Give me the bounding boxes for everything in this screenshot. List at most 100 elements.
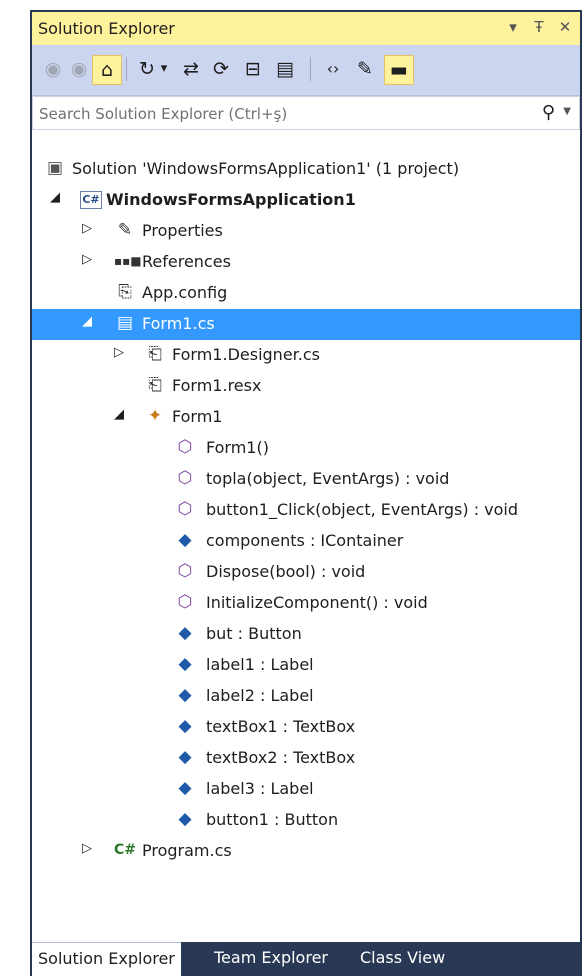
panel-title-bar: Solution Explorer ▾ Ŧ ✕ [32, 12, 580, 45]
tree-item-label: textBox2 : TextBox [206, 748, 356, 767]
tree-item-label: Form1.cs [142, 314, 215, 333]
tree-item-member[interactable]: ◆ button1 : Button [32, 805, 580, 836]
private-field-icon: ◆ [178, 778, 192, 798]
tree-item-form1-class[interactable]: ◢ ✦ Form1 [32, 402, 580, 433]
private-field-icon: ◆ [178, 654, 192, 674]
tree-item-properties[interactable]: ▷ ✎ Properties [32, 216, 580, 247]
tree-item-member[interactable]: ◆ textBox1 : TextBox [32, 712, 580, 743]
tree-item-member[interactable]: ◆ but : Button [32, 619, 580, 650]
properties-wrench-icon[interactable]: ✎ [352, 56, 378, 82]
search-icon[interactable]: ⚲ [542, 102, 555, 123]
tree-item-program-cs[interactable]: ▷ C# Program.cs [32, 836, 580, 867]
pin-icon[interactable]: Ŧ [532, 18, 546, 36]
tree-item-solution[interactable]: ▣ Solution 'WindowsFormsApplication1' (1… [32, 154, 580, 185]
config-file-icon: ⎘ [118, 282, 132, 302]
protected-method-icon: ⬡ [177, 561, 193, 581]
search-options-chevron-down-icon[interactable]: ▼ [563, 106, 571, 117]
wrench-icon: ✎ [117, 220, 133, 240]
tree-item-label: Solution 'WindowsFormsApplication1' (1 p… [72, 159, 460, 178]
collapsed-arrow-icon[interactable]: ▷ [112, 345, 126, 360]
tree-item-label: Form1() [206, 438, 269, 457]
search-box: ⚲ ▼ [32, 96, 580, 130]
tree-item-label: Program.cs [142, 841, 232, 860]
home-icon[interactable]: ⌂ [92, 55, 122, 85]
sync-icon[interactable]: ⇄ [178, 56, 204, 82]
tree-item-label: Properties [142, 221, 223, 240]
tree-item-form1-designer[interactable]: ▷ ⎗ Form1.Designer.cs [32, 340, 580, 371]
solution-icon: ▣ [46, 158, 64, 178]
tab-class-view[interactable]: Class View [354, 942, 451, 976]
tree-item-label: topla(object, EventArgs) : void [206, 469, 450, 488]
tree-item-label: but : Button [206, 624, 302, 643]
csharp-file-icon: C# [114, 842, 137, 858]
tree-item-label: InitializeComponent() : void [206, 593, 428, 612]
tree-item-label: label2 : Label [206, 686, 314, 705]
tree-item-member[interactable]: ◆ label1 : Label [32, 650, 580, 681]
expanded-arrow-icon[interactable]: ◢ [80, 314, 94, 329]
collapsed-arrow-icon[interactable]: ▷ [80, 841, 94, 856]
tree-item-member[interactable]: ⬡ InitializeComponent() : void [32, 588, 580, 619]
search-input[interactable] [37, 102, 521, 126]
preview-icon[interactable]: ▬ [384, 55, 414, 85]
window-position-dropdown-icon[interactable]: ▾ [506, 18, 520, 36]
private-field-icon: ◆ [178, 685, 192, 705]
forward-icon[interactable]: ◉ [66, 56, 92, 82]
csharp-file-icon: ⎗ [148, 344, 162, 364]
panel-title: Solution Explorer [38, 19, 175, 38]
refresh-icon[interactable]: ⟳ [208, 56, 234, 82]
expanded-arrow-icon[interactable]: ◢ [48, 190, 62, 205]
class-icon: ✦ [147, 406, 163, 426]
tree-item-app-config[interactable]: ⎘ App.config [32, 278, 580, 309]
collapsed-arrow-icon[interactable]: ▷ [80, 252, 94, 267]
tree-item-project[interactable]: ◢ C# WindowsFormsApplication1 [32, 185, 580, 216]
tree-item-label: Form1.Designer.cs [172, 345, 320, 364]
toolbar-separator [126, 57, 127, 81]
private-field-icon: ◆ [178, 809, 192, 829]
tree-item-label: label1 : Label [206, 655, 314, 674]
tree-item-label: textBox1 : TextBox [206, 717, 356, 736]
tab-solution-explorer[interactable]: Solution Explorer [32, 942, 181, 977]
private-field-icon: ◆ [178, 623, 192, 643]
solution-tree: ▣ Solution 'WindowsFormsApplication1' (1… [32, 130, 580, 942]
tree-item-label: button1_Click(object, EventArgs) : void [206, 500, 519, 519]
private-field-icon: ◆ [178, 530, 192, 550]
tree-item-member[interactable]: ◆ label2 : Label [32, 681, 580, 712]
tree-item-references[interactable]: ▷ ▪▪■ References [32, 247, 580, 278]
expanded-arrow-icon[interactable]: ◢ [112, 407, 126, 422]
tree-item-label: App.config [142, 283, 228, 302]
method-icon: ⬡ [177, 437, 193, 457]
tree-item-member[interactable]: ◆ textBox2 : TextBox [32, 743, 580, 774]
private-field-icon: ◆ [178, 716, 192, 736]
tree-item-label: components : IContainer [206, 531, 404, 550]
view-code-icon[interactable]: ‹› [320, 56, 346, 82]
tree-item-member[interactable]: ⬡ Dispose(bool) : void [32, 557, 580, 588]
collapse-all-icon[interactable]: ⊟ [240, 56, 266, 82]
tree-item-label: Form1.resx [172, 376, 262, 395]
private-method-icon: ⬡ [177, 499, 193, 519]
tree-item-form1-cs[interactable]: ◢ ▤ Form1.cs [32, 309, 580, 340]
tree-item-member[interactable]: ◆ components : IContainer [32, 526, 580, 557]
tree-item-member[interactable]: ⬡ topla(object, EventArgs) : void [32, 464, 580, 495]
private-method-icon: ⬡ [177, 592, 193, 612]
show-all-files-icon[interactable]: ▤ [272, 56, 298, 82]
tree-item-label: References [142, 252, 231, 271]
form-file-icon: ▤ [116, 313, 134, 333]
private-method-icon: ⬡ [177, 468, 193, 488]
tree-item-member[interactable]: ⬡ Form1() [32, 433, 580, 464]
tree-item-member[interactable]: ⬡ button1_Click(object, EventArgs) : voi… [32, 495, 580, 526]
tree-item-label: WindowsFormsApplication1 [106, 190, 356, 209]
tree-item-member[interactable]: ◆ label3 : Label [32, 774, 580, 805]
private-field-icon: ◆ [178, 747, 192, 767]
references-icon: ▪▪■ [114, 254, 142, 268]
dropdown-icon[interactable]: ▾ [156, 56, 172, 82]
solution-explorer-panel: Solution Explorer ▾ Ŧ ✕ ◉ ◉ ⌂ ↻ ▾ ⇄ ⟳ ⊟ … [30, 10, 582, 977]
toolbar-separator [310, 57, 311, 81]
tree-item-label: label3 : Label [206, 779, 314, 798]
back-icon[interactable]: ◉ [40, 56, 66, 82]
tab-team-explorer[interactable]: Team Explorer [208, 942, 334, 976]
resource-file-icon: ⎗ [148, 375, 162, 395]
collapsed-arrow-icon[interactable]: ▷ [80, 221, 94, 236]
close-icon[interactable]: ✕ [558, 18, 572, 36]
toolbar: ◉ ◉ ⌂ ↻ ▾ ⇄ ⟳ ⊟ ▤ ‹› ✎ ▬ [32, 45, 580, 96]
tree-item-form1-resx[interactable]: ⎗ Form1.resx [32, 371, 580, 402]
